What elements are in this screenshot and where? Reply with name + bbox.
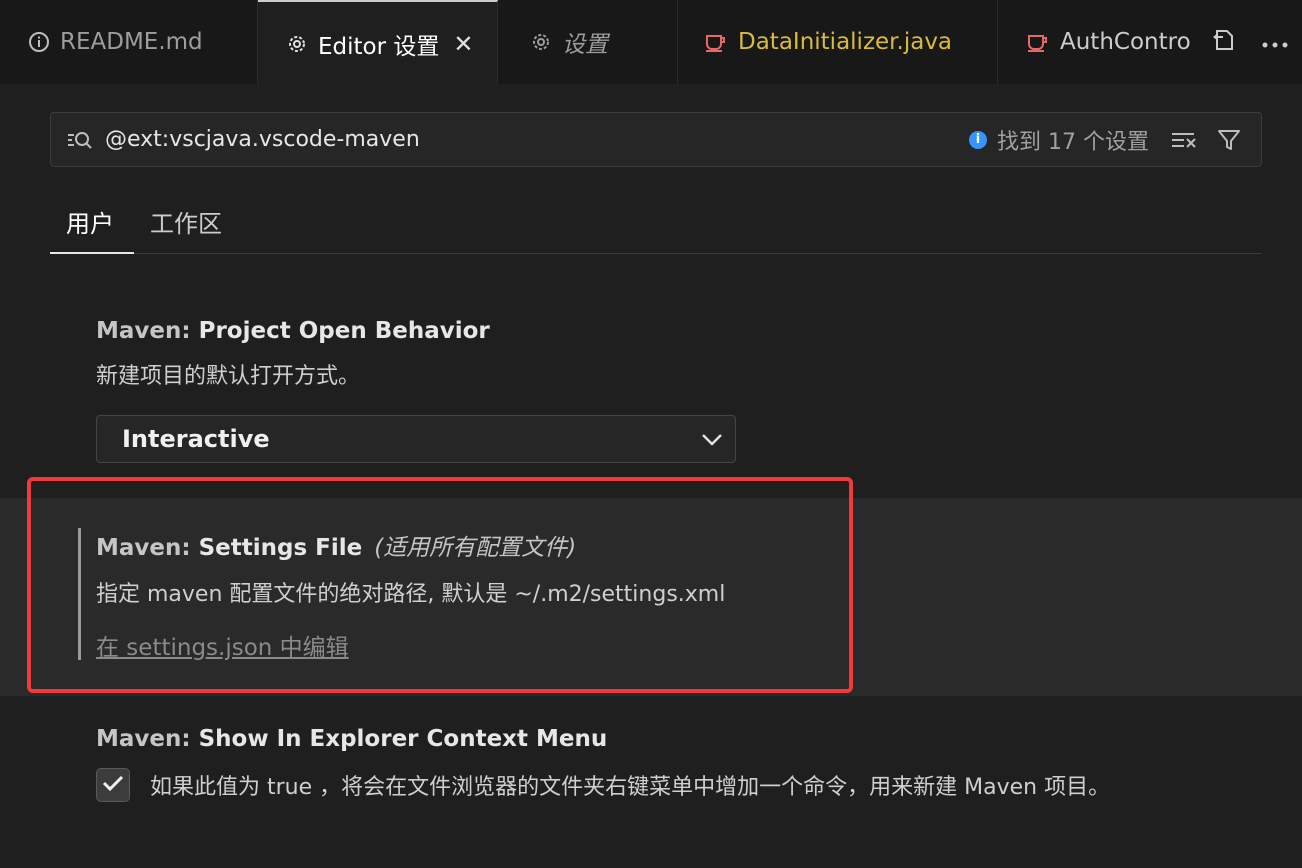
tab-settings[interactable]: 设置: [498, 0, 678, 84]
setting-name: Project Open Behavior: [198, 318, 490, 344]
tab-actions: [1192, 0, 1302, 84]
search-input[interactable]: [103, 126, 970, 153]
clear-filter-icon[interactable]: [1171, 130, 1197, 150]
setting-description: 如果此值为 true ，将会在文件浏览器的文件夹右键菜单中增加一个命令，用来新建…: [150, 775, 1111, 800]
setting-title: Maven: Settings File (适用所有配置文件): [96, 528, 725, 562]
tab-label: 设置: [562, 32, 608, 58]
show-in-explorer-checkbox[interactable]: [96, 768, 130, 802]
setting-title: Maven: Project Open Behavior: [96, 318, 490, 344]
tab-label: AuthContro: [1060, 29, 1191, 55]
gear-icon: [530, 31, 552, 53]
setting-name: Show In Explorer Context Menu: [198, 726, 608, 752]
java-icon: [704, 31, 728, 53]
setting-description: 新建项目的默认打开方式。: [96, 364, 361, 389]
scope-note: (适用所有配置文件): [374, 535, 577, 561]
tab-authcontroller[interactable]: AuthContro: [998, 0, 1192, 84]
search-filter-icon: [67, 130, 93, 150]
tab-editor-settings[interactable]: Editor 设置 ✕: [258, 0, 498, 85]
setting-name: Settings File: [198, 535, 363, 561]
open-settings-json-icon[interactable]: [1210, 27, 1236, 57]
tab-readme[interactable]: README.md: [0, 0, 258, 84]
setting-settings-file: Maven: Settings File (适用所有配置文件) 指定 maven …: [96, 528, 725, 608]
info-icon: [28, 31, 50, 53]
setting-show-in-explorer-context-menu: Maven: Show In Explorer Context Menu: [96, 726, 607, 752]
result-count: i 找到 17 个设置: [969, 124, 1149, 156]
tab-label: README.md: [60, 29, 203, 55]
gear-icon: [286, 33, 308, 55]
checkmark-icon: [102, 774, 124, 796]
setting-category: Maven:: [96, 318, 199, 344]
tab-label: Editor 设置: [318, 33, 440, 60]
settings-search-box: i 找到 17 个设置: [50, 112, 1262, 167]
setting-category: Maven:: [96, 726, 199, 752]
tab-workspace[interactable]: 工作区: [150, 204, 222, 254]
more-actions-icon[interactable]: [1262, 33, 1288, 52]
result-count-text: 找到 17 个设置: [997, 129, 1149, 155]
edit-in-settings-json-link[interactable]: 在 settings.json 中编辑: [96, 628, 349, 662]
java-icon: [1026, 31, 1050, 53]
filter-icon[interactable]: [1217, 128, 1241, 152]
setting-description: 指定 maven 配置文件的绝对路径, 默认是 ~/.m2/settings.x…: [96, 582, 726, 607]
close-icon[interactable]: ✕: [453, 30, 473, 58]
select-value: Interactive: [122, 425, 270, 453]
modified-indicator: [78, 528, 81, 660]
tab-label: DataInitializer.java: [738, 29, 953, 55]
settings-scope-tabs: 用户 工作区: [50, 190, 1262, 254]
chevron-down-icon: [701, 425, 723, 453]
setting-project-open-behavior: Maven: Project Open Behavior 新建项目的默认打开方式…: [96, 318, 490, 390]
tab-user[interactable]: 用户: [50, 204, 134, 254]
project-open-behavior-select[interactable]: Interactive: [96, 415, 736, 463]
info-icon: i: [969, 130, 988, 149]
editor-tab-bar: README.md Editor 设置 ✕ 设置 DataInitializer…: [0, 0, 1302, 85]
tab-datainitializer-java[interactable]: DataInitializer.java: [678, 0, 998, 84]
setting-category: Maven:: [96, 535, 199, 561]
setting-title: Maven: Show In Explorer Context Menu: [96, 726, 607, 752]
